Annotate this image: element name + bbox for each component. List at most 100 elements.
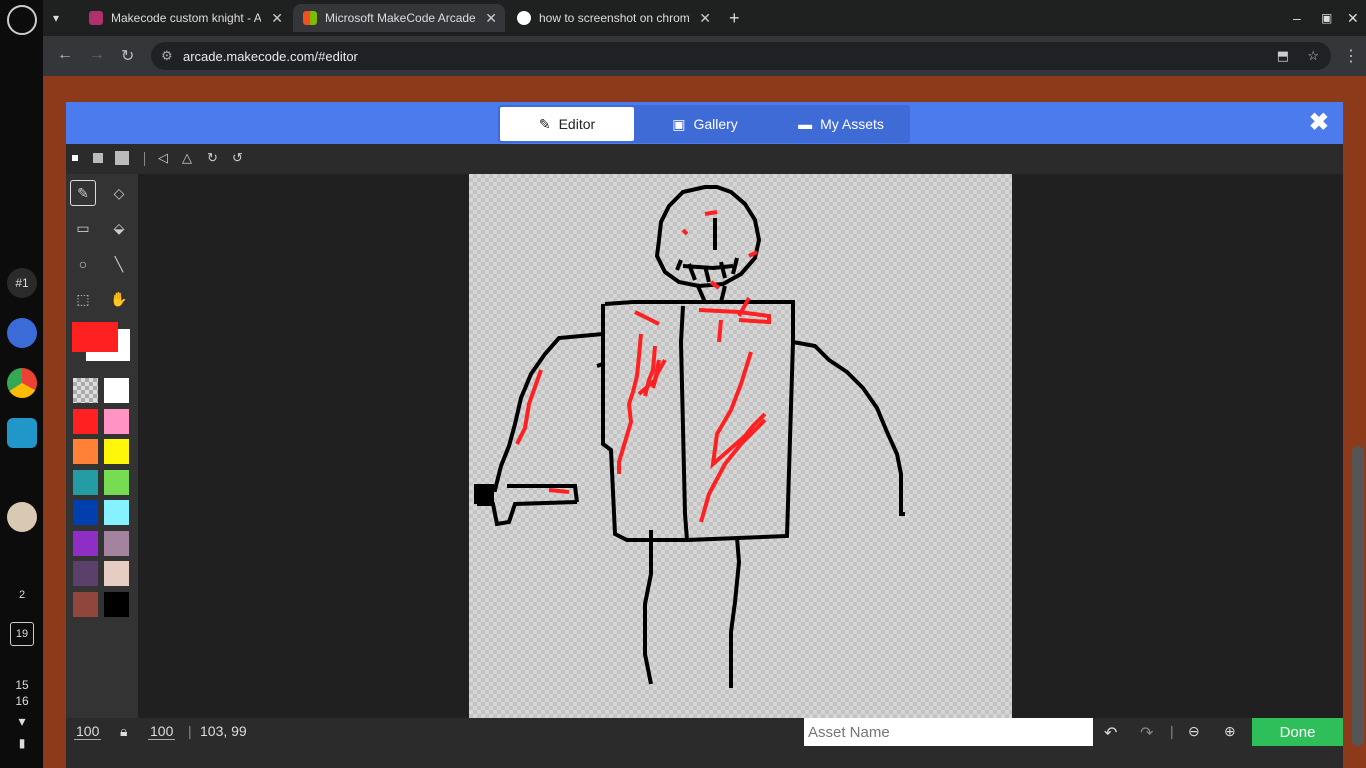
palette-swatch[interactable] (104, 408, 129, 434)
pan-tool-icon[interactable]: ✋ (106, 286, 132, 312)
folder-icon: ▬ (798, 116, 813, 132)
back-icon[interactable]: ← (57, 46, 73, 64)
tab-search-button[interactable]: ▾ (47, 4, 77, 32)
zoom-in-icon[interactable]: ⊕ (1224, 723, 1236, 740)
page-scrollbar[interactable] (1352, 446, 1364, 746)
tab-favicon-icon (303, 11, 317, 25)
bookmark-star-icon[interactable]: ☆ (1307, 48, 1319, 64)
palette-swatch[interactable] (73, 500, 98, 525)
url-text: arcade.makecode.com/#editor (183, 48, 358, 64)
dialog-header: ✎ Editor ▣ Gallery ▬ My Assets ✖ (66, 102, 1343, 144)
divider (144, 152, 145, 166)
circle-tool-icon[interactable]: ○ (70, 251, 96, 277)
app-icon[interactable] (7, 418, 37, 448)
install-icon[interactable]: ⬒ (1277, 48, 1289, 64)
palette-swatch[interactable] (73, 439, 98, 464)
browser-toolbar: ← → ↻ ⚙ arcade.makecode.com/#editor ⬒ ☆ … (43, 36, 1366, 76)
palette-swatch[interactable] (104, 591, 129, 617)
palette-swatch[interactable] (104, 469, 129, 495)
editor-footer: 100 🔒︎ 100 | 103, 99 ↶ ↷ | ⊖ ⊕ Done (66, 718, 1343, 746)
close-window-button[interactable]: ✕ (1337, 4, 1361, 32)
maximize-button[interactable]: ▣ (1311, 4, 1335, 32)
reload-icon[interactable]: ↻ (121, 46, 134, 66)
brush-size-small[interactable] (72, 155, 78, 161)
badge-icon[interactable]: #1 (7, 268, 37, 298)
classroom-icon[interactable] (7, 318, 37, 348)
redo-icon[interactable]: ↷ (1140, 723, 1153, 743)
palette-swatch[interactable] (104, 378, 129, 403)
brush-icon: ✎ (538, 115, 551, 132)
palette-swatch[interactable] (73, 469, 98, 495)
google-icon (517, 11, 531, 25)
brush-options-bar: ◁ △ ↻ ↺ (66, 144, 1343, 174)
new-tab-button[interactable]: + (723, 4, 747, 32)
sprite-canvas[interactable] (469, 174, 1012, 718)
palette-swatch[interactable] (104, 439, 129, 464)
marquee-tool-icon[interactable]: ⬚ (70, 286, 96, 312)
browser-window: ▾ Makecode custom knight - Arca ✕ Micros… (43, 0, 1366, 768)
close-icon[interactable]: ✖ (1309, 108, 1329, 137)
address-bar[interactable]: ⚙ arcade.makecode.com/#editor ⬒ ☆ (151, 42, 1331, 70)
battery-icon[interactable]: ▮ (7, 728, 37, 758)
tab-favicon-icon (89, 11, 103, 25)
lock-aspect-icon[interactable]: 🔒︎ (120, 723, 127, 740)
forward-icon[interactable]: → (89, 46, 105, 64)
width-input[interactable]: 100 (74, 723, 102, 740)
palette-swatch[interactable] (73, 561, 98, 586)
foreground-color-swatch[interactable] (72, 322, 118, 352)
palette-swatch[interactable] (104, 530, 129, 556)
site-info-icon[interactable]: ⚙ (161, 48, 173, 64)
tool-panel: ✎ ◇ ▭ ⬙ ○ ╲ ⬚ ✋ (66, 174, 138, 718)
cursor-coordinates: 103, 99 (200, 723, 247, 739)
line-tool-icon[interactable]: ╲ (106, 251, 132, 277)
rectangle-tool-icon[interactable]: ▭ (70, 215, 96, 241)
image-icon: ▣ (672, 115, 686, 132)
tab-makecode-arcade[interactable]: Microsoft MakeCode Arcade ✕ (293, 4, 505, 32)
close-tab-icon[interactable]: ✕ (485, 10, 497, 27)
close-tab-icon[interactable]: ✕ (699, 10, 711, 27)
asset-name-input[interactable] (804, 718, 1093, 746)
palette-swatch[interactable] (73, 408, 98, 434)
chrome-icon[interactable] (7, 368, 37, 398)
palette-swatch[interactable] (73, 591, 98, 617)
eraser-tool-icon[interactable]: ◇ (106, 180, 132, 206)
sprite-drawing (474, 185, 905, 688)
os-shelf: #1 2 19 15 16 ▾ ▮ (0, 0, 43, 768)
launcher-icon[interactable] (7, 5, 37, 35)
fill-tool-icon[interactable]: ⬙ (106, 215, 132, 241)
flip-horizontal-icon[interactable]: ◁ (158, 150, 168, 166)
rotate-ccw-icon[interactable]: ↺ (232, 150, 243, 166)
palette-swatch[interactable] (73, 378, 98, 403)
divider: | (1170, 723, 1174, 739)
rotate-cw-icon[interactable]: ↻ (207, 150, 218, 166)
page-content: ✎ Editor ▣ Gallery ▬ My Assets ✖ ◁ △ ↻ ↺… (43, 76, 1366, 768)
palette-swatch[interactable] (104, 500, 129, 525)
tab-title: Makecode custom knight - Arca (111, 11, 261, 25)
brush-size-large[interactable] (115, 151, 129, 165)
menu-icon[interactable]: ⋮ (1343, 46, 1359, 66)
palette-swatch[interactable] (104, 561, 129, 586)
palette-swatch[interactable] (73, 530, 98, 556)
divider: | (188, 723, 192, 739)
pencil-tool-icon[interactable]: ✎ (70, 180, 96, 206)
done-button[interactable]: Done (1252, 718, 1343, 746)
image-editor-dialog: ✎ Editor ▣ Gallery ▬ My Assets ✖ ◁ △ ↻ ↺… (66, 102, 1343, 768)
tab-editor[interactable]: ✎ Editor (500, 107, 634, 141)
calendar-icon[interactable]: 19 (10, 622, 34, 646)
avatar[interactable] (7, 502, 37, 532)
canvas-viewport[interactable] (138, 174, 1343, 718)
tab-title: how to screenshot on chromebo (539, 11, 689, 25)
brush-size-medium[interactable] (93, 153, 103, 163)
flip-vertical-icon[interactable]: △ (182, 150, 192, 166)
tab-screenshot-help[interactable]: how to screenshot on chromebo ✕ (507, 4, 719, 32)
files-count: 2 (18, 589, 26, 601)
tab-makecode-knight[interactable]: Makecode custom knight - Arca ✕ (79, 4, 291, 32)
tab-my-assets[interactable]: ▬ My Assets (776, 107, 906, 141)
tab-gallery[interactable]: ▣ Gallery (638, 107, 772, 141)
undo-icon[interactable]: ↶ (1104, 723, 1117, 743)
height-input[interactable]: 100 (148, 723, 176, 740)
close-tab-icon[interactable]: ✕ (271, 10, 283, 27)
tab-title: Microsoft MakeCode Arcade (325, 11, 475, 25)
zoom-out-icon[interactable]: ⊖ (1188, 723, 1200, 740)
minimize-button[interactable]: – (1283, 4, 1307, 32)
